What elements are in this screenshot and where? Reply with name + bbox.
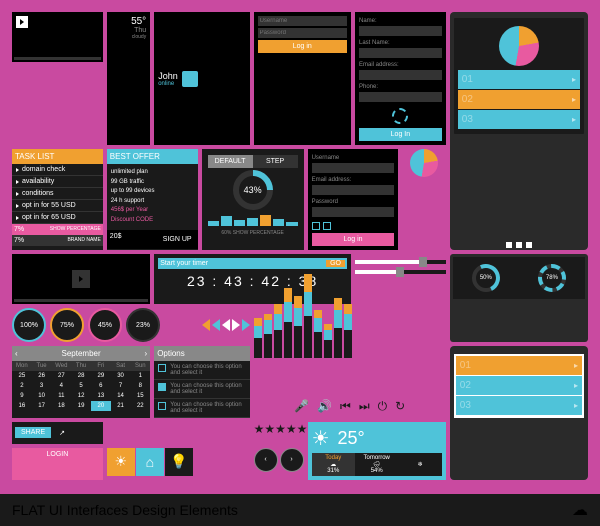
dial: 45% xyxy=(88,308,122,342)
back-circle-icon[interactable]: ‹ xyxy=(254,448,278,472)
list-item[interactable]: 02▸ xyxy=(456,376,582,395)
arrow-left-icon[interactable] xyxy=(202,319,210,331)
task-row[interactable]: opt in for 55 USD xyxy=(12,200,103,212)
arrow-left-icon[interactable] xyxy=(212,319,220,331)
task-header: TASK LIST xyxy=(12,149,103,164)
option-item[interactable]: You can choose this option and select it xyxy=(154,380,249,399)
tab-step[interactable]: STEP xyxy=(253,155,298,168)
play-icon[interactable] xyxy=(72,270,90,288)
share-bar: SHARE↗ xyxy=(12,422,103,444)
task-row[interactable]: opt in for 65 USD xyxy=(12,212,103,224)
timer-digits: 23 : 43 : 42 : 38 xyxy=(158,269,347,293)
phone-mockup-1: 01▸ 02▸ 03▸ xyxy=(450,12,588,250)
option-item[interactable]: You can choose this option and select it xyxy=(154,361,249,380)
fwd-circle-icon[interactable]: › xyxy=(280,448,304,472)
dial: 100% xyxy=(12,308,46,342)
footer-title: FLAT UI Interfaces Design Elements xyxy=(12,502,238,518)
username-input[interactable] xyxy=(258,16,347,26)
pie-chart-small xyxy=(410,149,438,177)
slider-2[interactable] xyxy=(355,270,446,274)
login-form-2: Username Email address: Password Log in xyxy=(308,149,399,250)
share-icon[interactable]: ↗ xyxy=(59,429,65,437)
arrow-right-icon[interactable] xyxy=(232,319,240,331)
mic-icon[interactable]: 🎤 xyxy=(294,399,309,414)
pie-chart xyxy=(499,26,539,66)
user-input-2[interactable] xyxy=(312,163,395,173)
password-input[interactable] xyxy=(258,28,347,38)
next-month[interactable]: › xyxy=(145,349,148,358)
home-tile[interactable]: ⌂ xyxy=(136,448,164,476)
name-input[interactable] xyxy=(359,26,442,36)
gear-icon xyxy=(392,108,408,124)
email-input-2[interactable] xyxy=(312,185,395,195)
login-button[interactable]: Log in xyxy=(258,40,347,53)
login-button-3[interactable]: Log in xyxy=(312,233,395,246)
options-panel: Options You can choose this option and s… xyxy=(154,346,249,418)
progress-ring-50: 50% xyxy=(472,264,500,292)
offer-header: BEST OFFER xyxy=(107,149,198,164)
list-item[interactable]: 03▸ xyxy=(456,396,582,415)
weather-card: ☀25° Today☁31% Tomorrow🌧54% ❄ xyxy=(308,422,446,480)
next-icon[interactable]: ⏭ xyxy=(359,399,370,414)
tablet-mockup: 01▸ 02▸ 03▸ xyxy=(450,346,588,480)
login-button-2[interactable]: Log In xyxy=(359,128,442,141)
task-row[interactable]: availability xyxy=(12,176,103,188)
avatar xyxy=(182,71,198,87)
list-item[interactable]: 03▸ xyxy=(458,110,580,129)
list-item[interactable]: 02▸ xyxy=(458,90,580,109)
monitor-mockup: 50% 78% xyxy=(450,254,588,342)
bulb-tile[interactable]: 💡 xyxy=(165,448,193,476)
signup-form: Name: Last Name: Email address: Phone: L… xyxy=(355,12,446,145)
prev-icon[interactable]: ⏮ xyxy=(340,399,351,414)
cloud-icon: ☁ xyxy=(572,500,588,520)
sun-tile[interactable]: ☀ xyxy=(107,448,135,476)
arrow-right-icon[interactable] xyxy=(242,319,250,331)
login-form-1: Log in xyxy=(254,12,351,145)
lname-input[interactable] xyxy=(359,48,442,58)
progress-card: DEFAULTSTEP 43% 60% SHOW PERCENTAGE xyxy=(202,149,304,250)
video-player-1[interactable] xyxy=(12,12,103,62)
list-item[interactable]: 01▸ xyxy=(456,356,582,375)
tab-default[interactable]: DEFAULT xyxy=(208,155,253,168)
signup-button[interactable]: SIGN UP xyxy=(160,233,195,246)
slider-1[interactable] xyxy=(355,260,446,264)
offer-card: BEST OFFER unlimited plan99 GB trafficup… xyxy=(107,149,198,250)
checkbox[interactable] xyxy=(312,222,320,230)
task-row[interactable]: domain check xyxy=(12,164,103,176)
dial: 23% xyxy=(126,308,160,342)
power-icon[interactable]: ⏻ xyxy=(378,399,388,414)
calendar: ‹September› MonTueWedThuFriSatSun 252627… xyxy=(12,346,150,418)
tile-row: ☀ ⌂ 💡 xyxy=(107,448,250,481)
play-icon[interactable] xyxy=(16,16,28,28)
list-item[interactable]: 01▸ xyxy=(458,70,580,89)
progress-ring-78: 78% xyxy=(538,264,566,292)
dial-row: 100% 75% 45% 23% xyxy=(12,308,198,342)
task-row[interactable]: conditions xyxy=(12,188,103,200)
progress-ring: 43% xyxy=(233,170,273,210)
footer: FLAT UI Interfaces Design Elements ☁ xyxy=(0,494,600,526)
checkbox[interactable] xyxy=(323,222,331,230)
weather-widget: 55°Thucloudy xyxy=(107,12,150,145)
task-list: TASK LIST domain check availability cond… xyxy=(12,149,103,250)
prev-month[interactable]: ‹ xyxy=(15,349,18,358)
go-button[interactable]: GO xyxy=(326,260,345,267)
option-item[interactable]: You can choose this option and select it xyxy=(154,399,249,418)
login-bar[interactable]: LOGIN xyxy=(12,448,103,481)
dial: 75% xyxy=(50,308,84,342)
video-player-2[interactable] xyxy=(12,254,150,304)
timer-widget: Start your timerGO 23 : 43 : 42 : 38 xyxy=(154,254,351,304)
refresh-icon[interactable]: ↻ xyxy=(395,399,405,414)
speaker-icon[interactable]: 🔊 xyxy=(317,399,332,414)
email-input[interactable] xyxy=(359,70,442,80)
icon-row: 🎤 🔊 ⏮ ⏭ ⏻ ↻ xyxy=(254,399,446,414)
phone-input[interactable] xyxy=(359,92,442,102)
profile-card: Johnonline xyxy=(154,12,249,145)
equalizer-chart xyxy=(254,308,446,358)
nav-arrows xyxy=(202,308,250,342)
arrow-left-icon[interactable] xyxy=(222,319,230,331)
pass-input-2[interactable] xyxy=(312,207,395,217)
